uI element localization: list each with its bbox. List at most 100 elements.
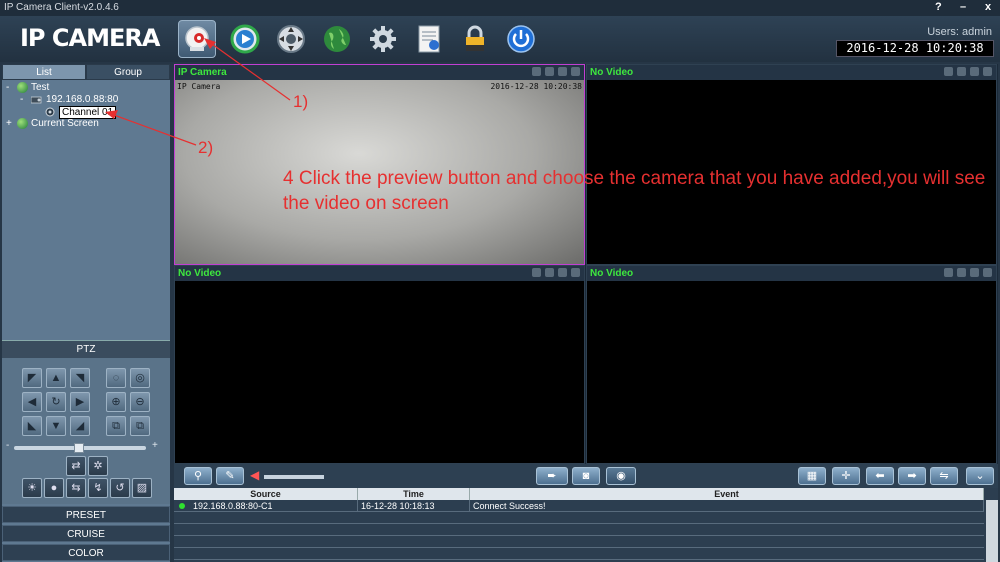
- ptz-up-left-button[interactable]: ◤: [22, 368, 42, 388]
- column-header-time[interactable]: Time: [358, 488, 470, 500]
- ptz-down-button[interactable]: ▼: [46, 416, 66, 436]
- slider-knob[interactable]: [74, 443, 84, 453]
- light-button[interactable]: ☀: [22, 478, 42, 498]
- fullscreen-icon[interactable]: [571, 67, 580, 76]
- playback-button[interactable]: [226, 20, 264, 58]
- collapse-toggle[interactable]: -: [6, 82, 14, 93]
- snapshot-icon[interactable]: [970, 67, 979, 76]
- sidebar-tabs: List Group: [2, 64, 170, 80]
- ptz-config-button[interactable]: [272, 20, 310, 58]
- playback-icon: [230, 24, 260, 54]
- record-icon[interactable]: [944, 67, 953, 76]
- swap-button[interactable]: ⇋: [930, 467, 958, 485]
- wiper-button[interactable]: ●: [44, 478, 64, 498]
- tab-list[interactable]: List: [2, 64, 86, 80]
- next-page-button[interactable]: ➡: [898, 467, 926, 485]
- speaker-icon[interactable]: [957, 268, 966, 277]
- ptz-toggle-button[interactable]: ✛: [832, 467, 860, 485]
- tree-label-test: Test: [31, 82, 50, 93]
- fullscreen-icon[interactable]: [571, 268, 580, 277]
- cruise-v-button[interactable]: ↯: [88, 478, 108, 498]
- log-button[interactable]: [410, 20, 448, 58]
- datetime-display: 2016-12-28 10:20:38: [836, 40, 994, 57]
- close-button[interactable]: x: [985, 1, 991, 13]
- speed-minus-label: -: [6, 440, 10, 451]
- tree-node-device[interactable]: - 192.168.0.88:80: [20, 94, 118, 105]
- video-cell-4[interactable]: No Video: [586, 265, 997, 464]
- previous-page-button[interactable]: ⬅: [866, 467, 894, 485]
- tree-node-test[interactable]: - Test: [6, 82, 49, 93]
- window-title: IP Camera Client-v2.0.4.6: [4, 2, 119, 13]
- video-cell-title: No Video: [178, 268, 222, 279]
- settings-button[interactable]: [364, 20, 402, 58]
- record-all-button[interactable]: ➨: [536, 467, 568, 485]
- power-button[interactable]: [502, 20, 540, 58]
- video-cell-1[interactable]: IP Camera IP Camera 2016-12-28 10:20:38: [174, 64, 585, 265]
- video-cell-tools: [944, 67, 992, 76]
- stop-button[interactable]: ▨: [132, 478, 152, 498]
- ptz-settings-button[interactable]: ✲: [88, 456, 108, 476]
- layout-button[interactable]: ▦: [798, 467, 826, 485]
- record-icon[interactable]: [944, 268, 953, 277]
- ptz-up-button[interactable]: ▲: [46, 368, 66, 388]
- ptz-right-button[interactable]: ▶: [70, 392, 90, 412]
- collapse-toggle[interactable]: -: [20, 94, 28, 105]
- search-button[interactable]: ⚲: [184, 467, 212, 485]
- focus-far-button[interactable]: ◎: [130, 368, 150, 388]
- iris-close-button[interactable]: ⧉: [130, 416, 150, 436]
- zoom-out-button[interactable]: ⊖: [130, 392, 150, 412]
- fullscreen-icon[interactable]: [983, 67, 992, 76]
- ptz-left-button[interactable]: ◀: [22, 392, 42, 412]
- mute-icon[interactable]: ◀: [250, 468, 259, 482]
- color-button[interactable]: COLOR: [2, 544, 170, 561]
- tab-group[interactable]: Group: [86, 64, 170, 80]
- flip-button[interactable]: ⇄: [66, 456, 86, 476]
- annotation-step-2: 2): [198, 138, 214, 157]
- log-scrollbar[interactable]: [986, 500, 998, 562]
- ptz-config-icon: [277, 25, 305, 53]
- alarm-button[interactable]: ◉: [606, 467, 636, 485]
- speaker-icon[interactable]: [545, 67, 554, 76]
- volume-slider[interactable]: [264, 475, 324, 479]
- cruise-button[interactable]: CRUISE: [2, 525, 170, 542]
- expand-toggle[interactable]: +: [6, 118, 14, 129]
- focus-near-button[interactable]: ◌: [106, 368, 126, 388]
- video-cell-2[interactable]: No Video: [586, 64, 997, 265]
- ptz-header[interactable]: PTZ: [2, 340, 170, 358]
- ptz-down-left-button[interactable]: ◣: [22, 416, 42, 436]
- event-log-table: Source Time Event 192.168.0.88:80-C1 16-…: [174, 488, 998, 562]
- speaker-icon[interactable]: [957, 67, 966, 76]
- snapshot-icon[interactable]: [558, 268, 567, 277]
- left-panel: List Group - Test - 192.168.0.88:80 Chan…: [2, 64, 170, 562]
- speaker-icon[interactable]: [545, 268, 554, 277]
- mirror-button[interactable]: ⇆: [66, 478, 86, 498]
- video-cell-tools: [532, 268, 580, 277]
- cruise-h-button[interactable]: ↺: [110, 478, 130, 498]
- snapshot-button[interactable]: ◙: [572, 467, 600, 485]
- preset-button[interactable]: PRESET: [2, 506, 170, 523]
- lock-button[interactable]: [456, 20, 494, 58]
- record-icon[interactable]: [532, 268, 541, 277]
- network-button[interactable]: [318, 20, 356, 58]
- video-cell-3[interactable]: No Video: [174, 265, 585, 464]
- table-row[interactable]: 192.168.0.88:80-C1 16-12-28 10:18:13 Con…: [174, 500, 984, 512]
- column-header-source[interactable]: Source: [174, 488, 358, 500]
- fullscreen-icon[interactable]: [983, 268, 992, 277]
- minimize-button[interactable]: –: [960, 1, 966, 13]
- record-icon[interactable]: [532, 67, 541, 76]
- talk-button[interactable]: ✎: [216, 467, 244, 485]
- ptz-up-right-button[interactable]: ◥: [70, 368, 90, 388]
- tree-node-current-screen[interactable]: + Current Screen: [6, 118, 99, 129]
- ptz-speed-slider[interactable]: [14, 443, 146, 453]
- preview-button[interactable]: [178, 20, 216, 58]
- iris-open-button[interactable]: ⧉: [106, 416, 126, 436]
- collapse-panel-button[interactable]: ⌄: [966, 467, 994, 485]
- search-icon: ⚲: [193, 470, 203, 482]
- snapshot-icon[interactable]: [970, 268, 979, 277]
- ptz-down-right-button[interactable]: ◢: [70, 416, 90, 436]
- column-header-event[interactable]: Event: [470, 488, 984, 500]
- ptz-auto-button[interactable]: ↻: [46, 392, 66, 412]
- snapshot-icon[interactable]: [558, 67, 567, 76]
- help-button[interactable]: ?: [935, 1, 942, 13]
- zoom-in-button[interactable]: ⊕: [106, 392, 126, 412]
